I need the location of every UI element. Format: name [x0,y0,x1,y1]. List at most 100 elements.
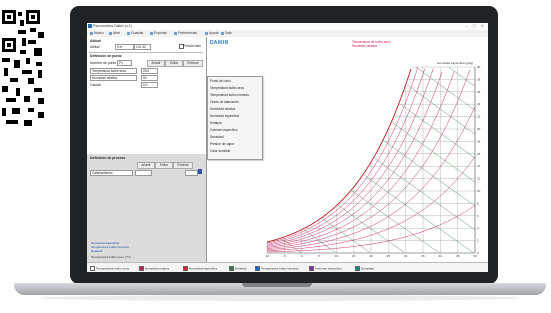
qr-code-icon [0,8,46,130]
pressure-input[interactable]: 101.32 [134,44,151,50]
legend-item[interactable]: Entalpía [229,266,246,271]
altitude-input[interactable]: 0 m [115,44,134,50]
enthalpy-line [374,157,476,230]
flow-label: Caudal [90,83,101,87]
toolbar-preferences-button[interactable]: Preferencias [174,31,197,36]
process-input[interactable] [135,170,152,176]
variable-2-input[interactable]: 50 [141,75,158,81]
relative-humidity-curve [266,71,443,247]
chart-title-line-2: Humedad relativa [352,44,377,48]
variable-2-select[interactable]: Humedad relativa [90,75,137,81]
y-tick-label: 24 [477,102,481,106]
y-tick-label: 18 [477,139,481,143]
export-icon [150,31,153,35]
legend-swatch [355,266,360,271]
gear-icon [174,31,177,35]
section-altitude-title: Altitud [90,39,101,43]
legend-item[interactable]: Volumen específico [309,266,342,271]
variable-1-input[interactable]: 25.0 [141,68,158,74]
legend-item[interactable]: Temperatura bulbo húmedo [255,266,299,271]
x-tick-label: 15 [352,254,356,258]
process-color-input[interactable] [185,170,198,176]
pressure-check-label: Presión atm [183,44,202,48]
y-tick-label: 22 [477,115,481,119]
app-icon [88,24,92,28]
toolbar-new-button[interactable]: Nuevo [90,31,104,36]
section-point-title: Definición de punto [90,54,122,58]
add-point-button[interactable]: Añadir [147,60,165,67]
x-tick-label: -5 [283,254,286,258]
toolbar-save-button[interactable]: Guardar [127,31,143,36]
help-icon [205,31,208,35]
x-tick-label: 45 [456,254,460,258]
dropdown-item[interactable]: Humedad específica [210,114,239,118]
toolbar-help-button[interactable]: Ayuda [205,31,219,36]
x-tick-label: 20 [369,254,373,258]
delete-point-button[interactable]: Eliminar [183,60,203,67]
process-select[interactable]: Calentamiento [90,170,133,176]
dropdown-item[interactable]: Punto de rocío [210,79,231,83]
y-tick-label: 4 [477,226,479,230]
exit-icon [221,31,224,35]
legend-bar: Temperatura bulbo seco Humedad relativa … [87,262,488,272]
dropdown-item[interactable]: Humedad relativa [210,107,235,111]
toolbar-export-button[interactable]: Exportar [150,31,167,36]
legend-swatch [309,266,314,271]
app-window: Psicrometria Daikin (v.1) – ▢ ✕ Nuevo Ab… [87,23,488,272]
y-tick-label: 16 [477,152,481,156]
relative-humidity-curve [266,68,425,245]
enthalpy-line [415,67,476,111]
point-name-input[interactable]: P1 [117,60,132,66]
enthalpy-line [351,190,439,253]
enthalpy-line [363,174,474,253]
color-swatch[interactable] [198,169,202,174]
dropdown-item[interactable]: Temperatura bulbo seco [210,86,244,90]
flow-input[interactable]: 0.0 [141,82,158,88]
x-tick-label: 30 [404,254,408,258]
y-tick-label: 8 [477,201,479,205]
variable-dropdown-menu[interactable]: Punto de rocío Temperatura bulbo seco Te… [207,76,263,160]
dropdown-item[interactable]: Calor sensible [210,149,230,153]
legend-swatch [139,266,144,271]
delete-process-button[interactable]: Eliminar [173,162,193,169]
divider [89,52,203,53]
y-tick-label: 10 [477,189,481,193]
y-tick-label: 26 [477,90,481,94]
legend-swatch [90,266,95,271]
x-tick-label: 40 [439,254,443,258]
folder-icon [109,31,112,35]
window-controls[interactable]: – ▢ ✕ [466,24,486,28]
status-line-3: Entalpía [91,249,103,253]
x-tick-label: 35 [421,254,425,258]
relative-humidity-curve [266,71,455,248]
legend-item[interactable]: Temperatura bulbo seco [90,266,129,271]
enthalpy-line [400,103,476,159]
dropdown-item[interactable]: Densidad [210,135,223,139]
edit-process-button[interactable]: Editar [155,162,173,169]
legend-item[interactable]: Densidad [355,266,374,271]
dropdown-item[interactable]: Entalpía [210,121,222,125]
section-process-title: Definición de proceso [90,156,126,160]
x-tick-label: 0 [301,254,303,258]
y-tick-label: 6 [477,214,479,218]
toolbar-open-button[interactable]: Abrir [109,31,120,36]
new-icon [90,31,93,35]
dropdown-item[interactable]: Volumen específico [210,128,238,132]
legend-swatch [255,266,260,271]
y-tick-label: 0 [477,251,479,255]
legend-item[interactable]: Humedad específica [183,266,217,271]
dropdown-item[interactable]: Grado de saturación [210,100,239,104]
edit-point-button[interactable]: Editar [165,60,183,67]
variable-1-select[interactable]: Temperatura bulbo seco [90,68,137,74]
legend-item[interactable]: Humedad relativa [139,266,169,271]
dropdown-item[interactable]: Temperatura bulbo húmedo [210,93,249,97]
add-process-button[interactable]: Añadir [137,162,155,169]
save-icon [127,31,130,35]
dropdown-item[interactable]: Presión de vapor [210,142,234,146]
toolbar-exit-button[interactable]: Salir [221,31,232,36]
x-tick-label: 25 [387,254,391,258]
altitude-label: Altitud [90,45,100,49]
enthalpy-line [448,67,476,87]
y-tick-label: 2 [477,239,479,243]
x-tick-label: 10 [335,254,339,258]
